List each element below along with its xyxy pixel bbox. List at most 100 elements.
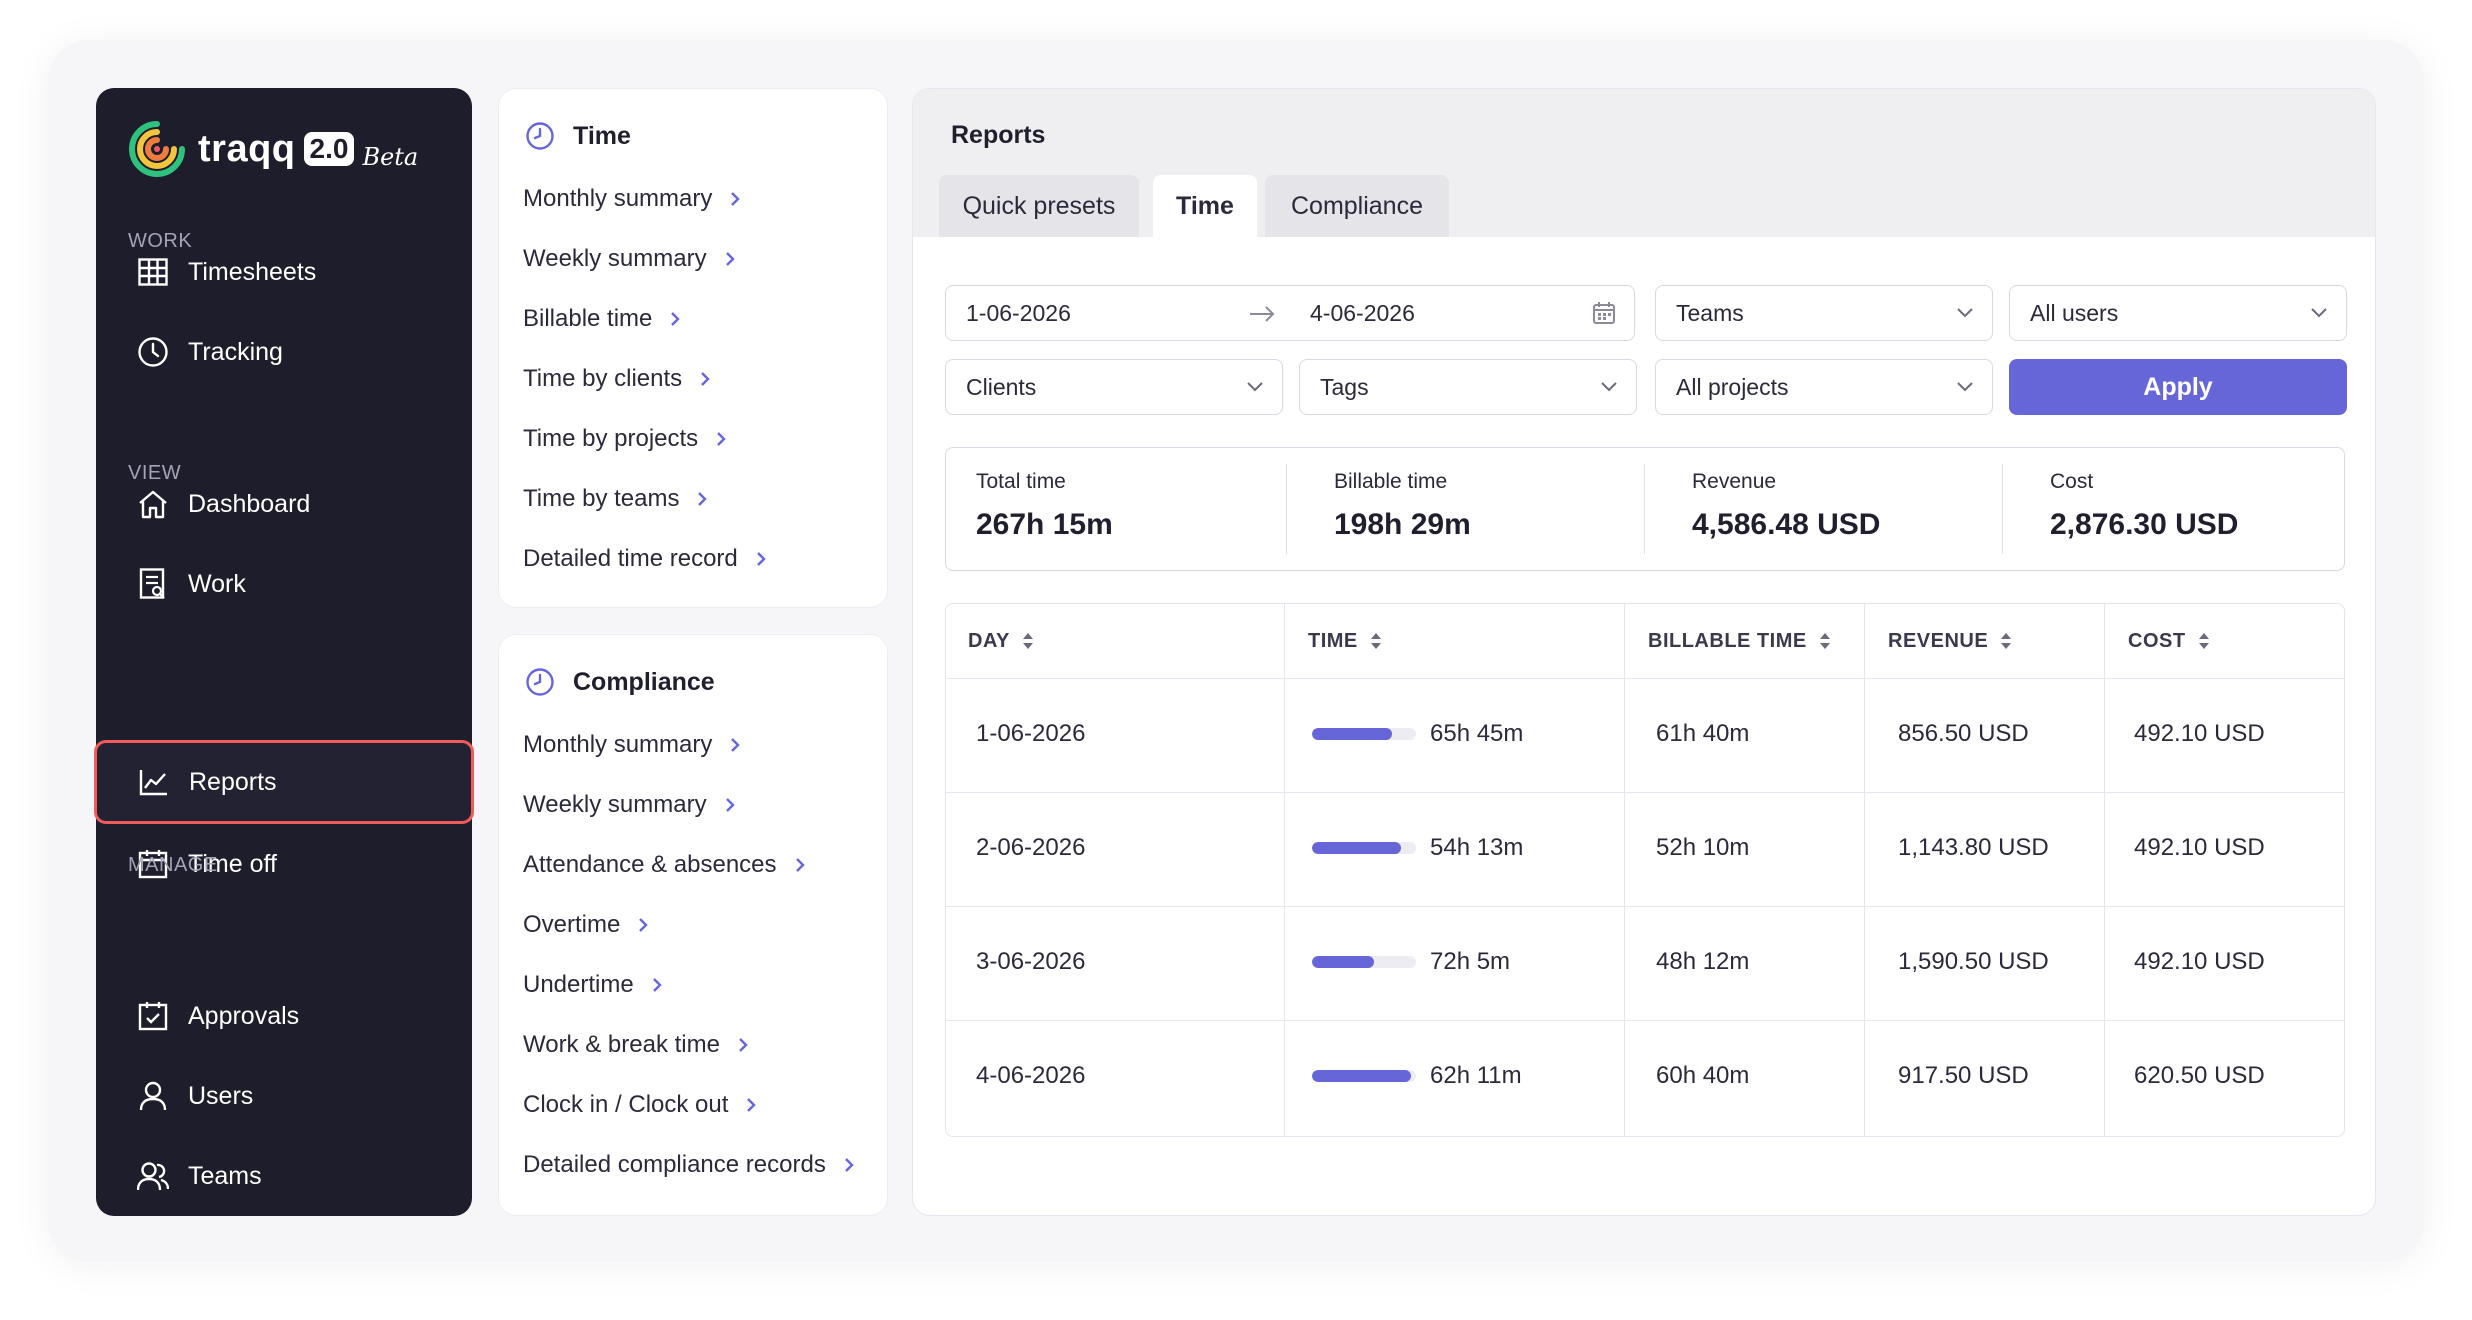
cell-billable-time: 60h 40m: [1656, 1062, 1750, 1089]
teams-select[interactable]: Teams: [1655, 285, 1993, 341]
logo-text: traqq: [198, 127, 296, 170]
compliance-link-weekly-summary[interactable]: Weekly summary: [523, 791, 737, 819]
report-table: DAY TIME BILLABLE TIME REVENUE COST 1-06…: [945, 603, 2345, 1137]
sidebar-item-timesheets[interactable]: Timesheets: [96, 232, 472, 312]
logo-version-badge: 2.0: [303, 132, 355, 166]
cell-day: 4-06-2026: [976, 1062, 1086, 1089]
compliance-link-monthly-summary[interactable]: Monthly summary: [523, 731, 742, 759]
home-icon: [136, 487, 170, 521]
document-icon: [136, 567, 170, 601]
compliance-link-overtime[interactable]: Overtime: [523, 911, 650, 939]
chevron-down-icon: [2311, 308, 2327, 318]
sort-icon: [1819, 633, 1830, 649]
compliance-link-detailed-records[interactable]: Detailed compliance records: [523, 1151, 856, 1179]
column-header-cost[interactable]: COST: [2106, 604, 2210, 678]
time-progress-fill: [1312, 842, 1402, 854]
stat-total-time: Total time 267h 15m: [976, 470, 1113, 541]
page-title: Reports: [951, 121, 1046, 149]
chevron-right-icon: [717, 432, 726, 446]
sidebar-item-label: Timesheets: [188, 257, 317, 286]
sort-icon: [1370, 633, 1381, 649]
sidebar-item-reports[interactable]: Reports: [94, 740, 474, 824]
time-link-weekly-summary[interactable]: Weekly summary: [523, 245, 737, 273]
stat-divider: [1644, 464, 1645, 554]
user-icon: [136, 1079, 170, 1113]
chevron-right-icon: [731, 738, 741, 752]
stat-cost: Cost 2,876.30 USD: [2050, 470, 2239, 541]
sidebar: traqq 2.0 Beta WORK Timesheets Tracking …: [94, 88, 474, 1216]
sidebar-item-label: Work: [188, 569, 246, 598]
cell-revenue: 917.50 USD: [1898, 1062, 2029, 1089]
stat-revenue: Revenue 4,586.48 USD: [1692, 470, 1881, 541]
chevron-right-icon: [698, 492, 708, 506]
reports-main: Reports Quick presets Time Compliance 1-…: [912, 88, 2376, 1216]
users-select[interactable]: All users: [2009, 285, 2347, 341]
chevron-right-icon: [725, 252, 735, 266]
date-range-picker[interactable]: 1-06-2026 4-06-2026: [945, 285, 1635, 341]
stat-divider: [2002, 464, 2003, 554]
column-header-day[interactable]: DAY: [946, 604, 1034, 678]
logo[interactable]: traqq 2.0 Beta: [128, 118, 418, 180]
chevron-down-icon: [1247, 382, 1263, 392]
time-progress-bar: [1312, 956, 1416, 968]
column-header-time[interactable]: TIME: [1286, 604, 1382, 678]
stat-billable-time: Billable time 198h 29m: [1334, 470, 1471, 541]
time-link-time-by-projects[interactable]: Time by projects: [523, 425, 728, 453]
sidebar-item-teams[interactable]: Teams: [96, 1136, 472, 1216]
date-from-value: 1-06-2026: [966, 299, 1071, 326]
sidebar-item-users[interactable]: Users: [96, 1056, 472, 1136]
sidebar-item-tracking[interactable]: Tracking: [96, 312, 472, 392]
sidebar-item-dashboard[interactable]: Dashboard: [96, 464, 472, 544]
compliance-link-attendance-absences[interactable]: Attendance & absences: [523, 851, 807, 879]
row-divider: [946, 792, 2344, 793]
sidebar-item-label: Users: [188, 1081, 254, 1110]
grid-icon: [136, 255, 170, 289]
cell-billable-time: 61h 40m: [1656, 720, 1750, 747]
time-progress-fill: [1312, 1070, 1411, 1082]
time-link-detailed-time-record[interactable]: Detailed time record: [523, 545, 768, 573]
projects-select[interactable]: All projects: [1655, 359, 1993, 415]
time-reports-panel: Time Monthly summary Weekly summary Bill…: [498, 88, 888, 608]
tab-time[interactable]: Time: [1153, 175, 1257, 237]
time-link-billable-time[interactable]: Billable time: [523, 305, 682, 333]
cell-time: 72h 5m: [1312, 948, 1510, 976]
tags-select[interactable]: Tags: [1299, 359, 1637, 415]
chevron-right-icon: [639, 918, 649, 932]
column-header-revenue[interactable]: REVENUE: [1866, 604, 2012, 678]
clients-select[interactable]: Clients: [945, 359, 1283, 415]
compliance-link-undertime[interactable]: Undertime: [523, 971, 664, 999]
time-panel-title: Time: [525, 121, 631, 151]
cell-billable-time: 48h 12m: [1656, 948, 1750, 975]
chevron-right-icon: [795, 858, 805, 872]
column-header-billable-time[interactable]: BILLABLE TIME: [1626, 604, 1831, 678]
compliance-link-work-break-time[interactable]: Work & break time: [523, 1031, 750, 1059]
cell-revenue: 856.50 USD: [1898, 720, 2029, 747]
sidebar-item-work[interactable]: Work: [96, 544, 472, 624]
time-link-time-by-clients[interactable]: Time by clients: [523, 365, 712, 393]
time-link-time-by-teams[interactable]: Time by teams: [523, 485, 709, 513]
time-link-monthly-summary[interactable]: Monthly summary: [523, 185, 742, 213]
row-divider: [946, 1020, 2344, 1021]
chevron-right-icon: [652, 978, 662, 992]
chart-icon: [137, 765, 171, 799]
compliance-reports-panel: Compliance Monthly summary Weekly summar…: [498, 634, 888, 1216]
cell-billable-time: 52h 10m: [1656, 834, 1750, 861]
time-progress-fill: [1312, 728, 1393, 740]
chevron-down-icon: [1601, 382, 1617, 392]
time-progress-bar: [1312, 728, 1416, 740]
tab-quick-presets[interactable]: Quick presets: [939, 175, 1139, 237]
sidebar-item-approvals[interactable]: Approvals: [96, 976, 472, 1056]
cell-cost: 492.10 USD: [2134, 948, 2265, 975]
apply-button[interactable]: Apply: [2009, 359, 2347, 415]
traqq-logo-icon: [129, 121, 185, 177]
chevron-down-icon: [1957, 382, 1973, 392]
cell-cost: 492.10 USD: [2134, 720, 2265, 747]
calendar-icon[interactable]: [1592, 301, 1616, 325]
cell-time: 65h 45m: [1312, 720, 1523, 748]
column-divider: [1864, 604, 1865, 1136]
section-label-manage: MANAGE: [128, 854, 218, 876]
column-divider: [1624, 604, 1625, 1136]
tab-compliance[interactable]: Compliance: [1265, 175, 1449, 237]
compliance-link-clock-in-out[interactable]: Clock in / Clock out: [523, 1091, 758, 1119]
column-divider: [1284, 604, 1285, 1136]
